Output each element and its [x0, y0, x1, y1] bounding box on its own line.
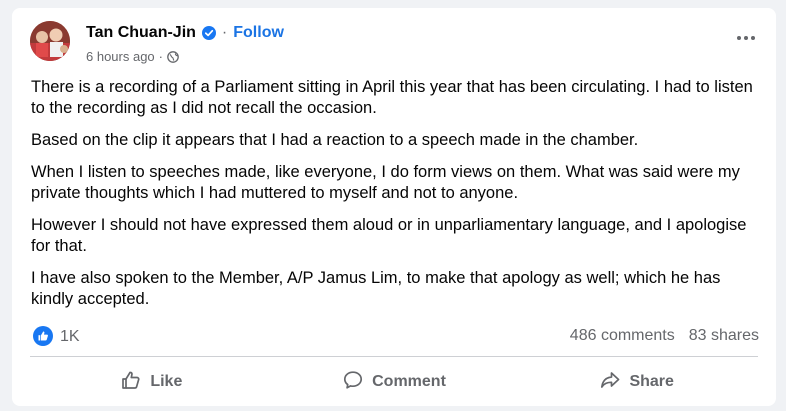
more-options-icon[interactable] [734, 30, 758, 46]
like-button[interactable]: Like [30, 364, 273, 400]
share-button[interactable]: Share [515, 364, 758, 400]
post-meta: 6 hours ago · [86, 49, 179, 65]
more-dot [751, 36, 755, 40]
comment-label: Comment [372, 373, 446, 390]
thumbs-up-icon [120, 369, 142, 396]
comment-button[interactable]: Comment [273, 364, 516, 400]
like-reaction-icon[interactable] [33, 326, 53, 346]
like-label: Like [150, 373, 183, 390]
globe-icon [167, 51, 179, 63]
post-header: Tan Chuan-Jin · Follow 6 hours ago · [12, 8, 776, 76]
verified-badge-icon [201, 26, 216, 40]
reactions-count[interactable]: 1K [60, 328, 80, 346]
more-dot [737, 36, 741, 40]
shares-count[interactable]: 83 shares [689, 327, 759, 345]
more-dot [744, 36, 748, 40]
author-avatar[interactable] [30, 21, 70, 61]
divider [30, 356, 758, 357]
share-label: Share [629, 373, 674, 390]
meta-separator: · [158, 49, 164, 64]
post-timestamp[interactable]: 6 hours ago [86, 49, 155, 65]
post-stats: 1K 486 comments 83 shares [12, 324, 776, 348]
post-paragraph: When I listen to speeches made, like eve… [31, 163, 740, 202]
author-line: Tan Chuan-Jin · Follow [86, 23, 284, 43]
post-paragraph: There is a recording of a Parliament sit… [31, 78, 753, 117]
post-paragraph: However I should not have expressed them… [31, 216, 747, 255]
post-body: There is a recording of a Parliament sit… [31, 77, 766, 321]
post-paragraph: I have also spoken to the Member, A/P Ja… [31, 269, 721, 308]
author-name[interactable]: Tan Chuan-Jin [86, 23, 196, 43]
share-icon [599, 369, 621, 396]
comments-count[interactable]: 486 comments [570, 327, 675, 345]
post-paragraph: Based on the clip it appears that I had … [31, 131, 639, 149]
follow-button[interactable]: Follow [233, 23, 284, 43]
post-actions: Like Comment Share [30, 364, 758, 400]
post-card: Tan Chuan-Jin · Follow 6 hours ago · The… [12, 8, 776, 406]
engagement-counts: 486 comments 83 shares [570, 327, 759, 345]
separator-dot: · [221, 24, 228, 41]
comment-icon [342, 369, 364, 396]
